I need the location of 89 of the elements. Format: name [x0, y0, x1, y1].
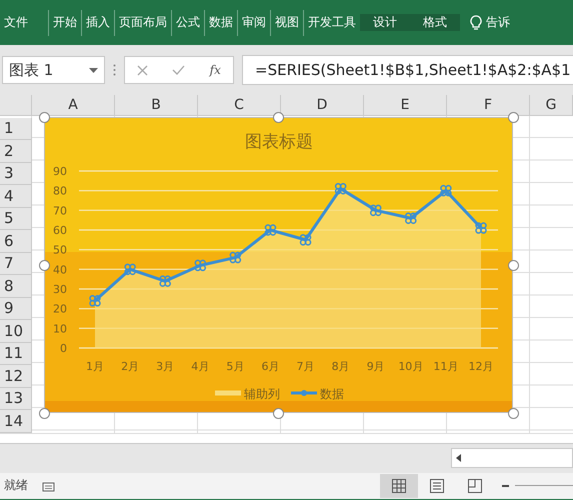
- row-header[interactable]: 12: [0, 365, 32, 388]
- x-axis-label: 7月: [296, 360, 315, 373]
- data-point-marker[interactable]: [370, 204, 382, 216]
- data-point-marker[interactable]: [194, 260, 206, 272]
- y-axis-label: 90: [53, 165, 67, 178]
- insert-function-button[interactable]: fx: [210, 63, 221, 77]
- grid-icon: [392, 478, 406, 492]
- name-box[interactable]: 图表 1: [2, 56, 105, 84]
- ribbon-tab[interactable]: 文件: [0, 14, 32, 31]
- column-header[interactable]: A: [32, 95, 115, 116]
- status-text: 就绪: [3, 477, 29, 494]
- x-axis-label: 1月: [86, 360, 104, 373]
- ribbon-tab[interactable]: 设计: [360, 14, 410, 31]
- zoom-out-icon[interactable]: [502, 484, 509, 488]
- legend-label: 辅助列: [244, 387, 280, 401]
- x-axis-label: 3月: [156, 360, 174, 373]
- row-header[interactable]: 1: [0, 118, 32, 140]
- x-axis-label: 6月: [261, 360, 280, 373]
- row-header[interactable]: 9: [0, 298, 32, 320]
- ribbon-tab[interactable]: 公式: [171, 10, 204, 36]
- tell-me-text[interactable]: 告诉: [486, 14, 510, 31]
- column-header[interactable]: B: [115, 95, 198, 116]
- ribbon-tab[interactable]: 数据: [204, 10, 237, 36]
- resize-handle[interactable]: [38, 408, 50, 418]
- y-axis-label: 50: [53, 244, 67, 257]
- row-header[interactable]: 7: [0, 252, 32, 275]
- legend-line-swatch: [291, 390, 317, 396]
- page-icon: [430, 478, 444, 492]
- ribbon-tab[interactable]: 页面布局: [114, 10, 171, 36]
- data-point-marker[interactable]: [440, 184, 452, 196]
- x-axis-label: 10月: [398, 360, 424, 373]
- ribbon-tab[interactable]: 格式: [410, 14, 460, 31]
- chart[interactable]: 图表标题 0 10 20 30 40 50 60 70 80 90 1月 2月 3月 4月 5月 6月 7月 8月 9月 10月 11月 12月 辅助列 数据: [44, 117, 513, 413]
- y-axis-label: 0: [60, 342, 67, 355]
- legend-area-swatch: [215, 390, 241, 396]
- data-point-marker[interactable]: [89, 295, 101, 307]
- x-axis-label: 5月: [226, 360, 244, 373]
- y-axis-label: 80: [53, 184, 67, 198]
- column-header[interactable]: D: [281, 95, 364, 116]
- x-axis-label: 2月: [121, 360, 140, 373]
- row-header[interactable]: 6: [0, 230, 32, 252]
- caret-icon: [89, 68, 98, 72]
- row-header[interactable]: 4: [0, 185, 32, 208]
- macro-record-icon[interactable]: [42, 480, 55, 492]
- legend-label: 数据: [320, 387, 344, 401]
- lightbulb-icon: [470, 14, 482, 30]
- y-axis-label: 60: [53, 224, 67, 237]
- row-header[interactable]: 5: [0, 208, 32, 230]
- data-point-marker[interactable]: [475, 222, 487, 234]
- cancel-icon[interactable]: [137, 64, 148, 76]
- x-axis-label: 9月: [366, 360, 385, 373]
- resize-handle[interactable]: [38, 260, 50, 270]
- data-point-marker[interactable]: [230, 252, 242, 264]
- ribbon-tab[interactable]: 开始: [48, 10, 81, 36]
- data-point-marker[interactable]: [405, 212, 417, 224]
- data-point-marker[interactable]: [159, 275, 171, 287]
- column-header[interactable]: E: [364, 95, 447, 116]
- y-axis-label: 10: [53, 322, 67, 336]
- ribbon-tab[interactable]: 插入: [81, 10, 114, 36]
- row-header[interactable]: 2: [0, 140, 32, 162]
- row-header[interactable]: 8: [0, 275, 32, 298]
- y-axis-label: 40: [53, 263, 67, 276]
- x-axis-label: 12月: [468, 360, 494, 373]
- check-icon[interactable]: [172, 65, 186, 75]
- data-point-marker[interactable]: [300, 234, 312, 246]
- y-axis-label: 70: [53, 204, 67, 218]
- x-axis-label: 8月: [332, 360, 350, 373]
- column-header[interactable]: C: [198, 95, 281, 116]
- row-header[interactable]: 10: [0, 320, 32, 342]
- column-header[interactable]: F: [447, 95, 530, 116]
- data-point-marker[interactable]: [124, 264, 136, 276]
- more-icon: [113, 64, 116, 76]
- row-header[interactable]: 11: [0, 342, 32, 365]
- horizontal-scrollbar[interactable]: [451, 448, 573, 468]
- ribbon-tab[interactable]: 审阅: [237, 10, 270, 36]
- x-axis-label: 4月: [191, 360, 210, 373]
- row-header[interactable]: 13: [0, 388, 32, 410]
- row-header[interactable]: 3: [0, 162, 32, 185]
- data-point-marker[interactable]: [264, 224, 276, 236]
- row-header[interactable]: 14: [0, 410, 32, 432]
- ribbon-tab[interactable]: 视图: [270, 10, 303, 36]
- page-break-icon: [468, 478, 482, 492]
- column-header[interactable]: G: [530, 95, 573, 116]
- x-axis-label: 11月: [433, 360, 458, 373]
- formula-field[interactable]: =SERIES(Sheet1!$B$1,Sheet1!$A$2:$A$1: [242, 55, 573, 85]
- y-axis-label: 30: [53, 283, 67, 296]
- y-axis-label: 20: [53, 302, 67, 316]
- data-point-marker[interactable]: [334, 182, 346, 194]
- view-button[interactable]: [380, 474, 418, 498]
